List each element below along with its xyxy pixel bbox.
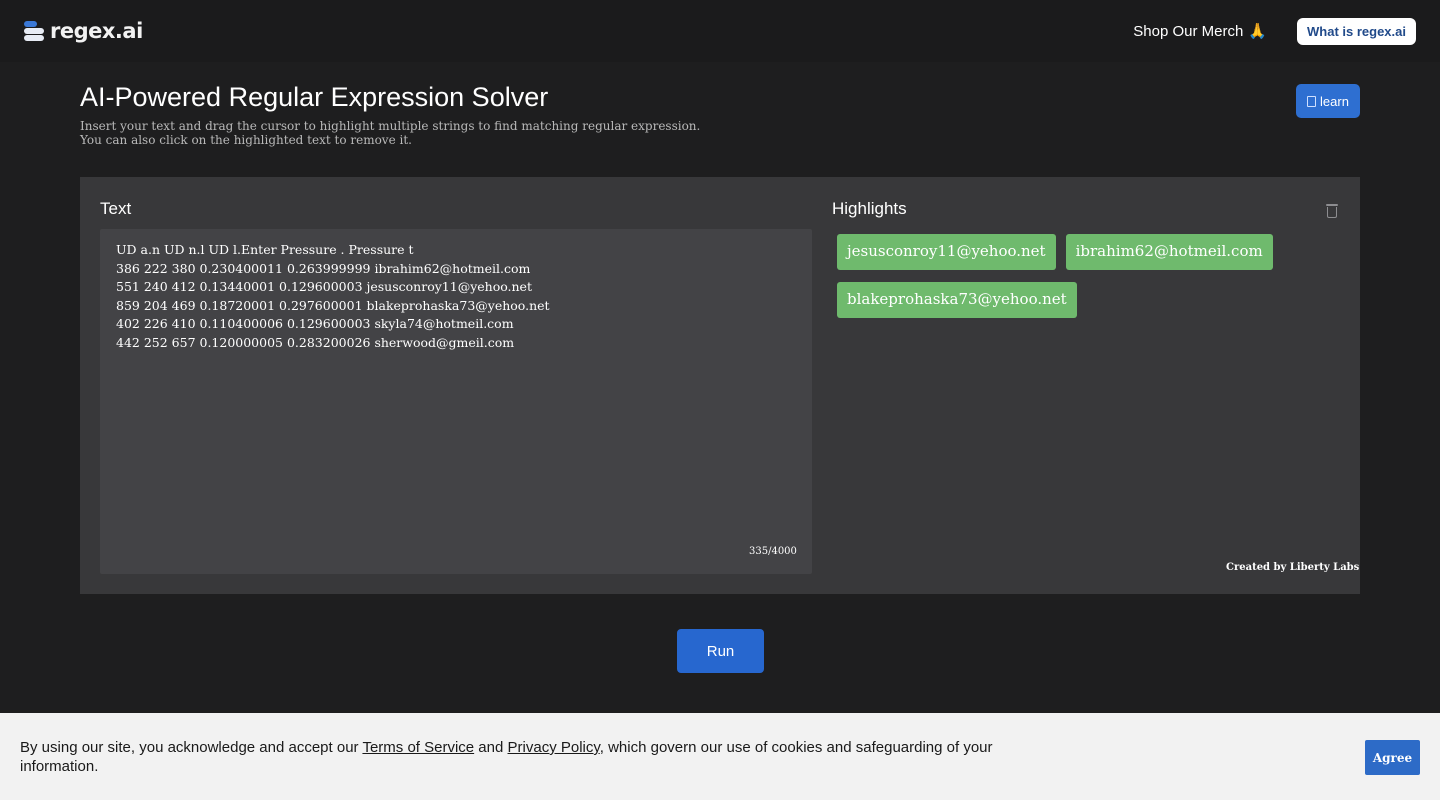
cookie-text-before: By using our site, you acknowledge and a…	[20, 739, 363, 756]
text-panel-label: Text	[100, 199, 132, 218]
privacy-policy-link[interactable]: Privacy Policy	[508, 739, 600, 756]
page-subtitle: Insert your text and drag the cursor to …	[80, 119, 780, 147]
cookie-text-and: and	[474, 739, 508, 756]
subtitle-line-1: Insert your text and drag the cursor to …	[80, 119, 701, 133]
logo-text: regex.ai	[50, 19, 143, 43]
logo[interactable]: regex.ai	[24, 19, 143, 43]
highlights-list: jesusconroy11@yehoo.net ibrahim62@hotmei…	[832, 229, 1342, 323]
trash-icon[interactable]	[1325, 203, 1339, 219]
cookie-banner: By using our site, you acknowledge and a…	[0, 713, 1440, 800]
cookie-message: By using our site, you acknowledge and a…	[20, 738, 1000, 776]
credit-text: Created by Liberty Labs	[1226, 562, 1360, 573]
book-icon	[1307, 95, 1317, 107]
shop-merch-label: Shop Our Merch	[1133, 22, 1244, 40]
shop-merch-link[interactable]: Shop Our Merch 🙏	[1133, 22, 1268, 41]
agree-button[interactable]: Agree	[1365, 740, 1420, 775]
run-button[interactable]: Run	[677, 629, 764, 673]
what-is-regex-button[interactable]: What is regex.ai	[1297, 17, 1416, 45]
highlight-chip[interactable]: jesusconroy11@yehoo.net	[837, 234, 1056, 270]
page-title: AI-Powered Regular Expression Solver	[80, 82, 549, 112]
praying-hands-icon: 🙏	[1248, 23, 1268, 40]
top-navbar: regex.ai Shop Our Merch 🙏 What is regex.…	[0, 0, 1440, 62]
editor-panel: Text Highlights UD a.n UD n.l UD l.Enter…	[80, 177, 1360, 594]
character-counter: 335/4000	[749, 546, 797, 557]
nav-actions: Shop Our Merch 🙏 What is regex.ai	[1133, 17, 1416, 45]
highlight-chip[interactable]: ibrahim62@hotmeil.com	[1065, 234, 1273, 270]
highlight-chip[interactable]: blakeprohaska73@yehoo.net	[837, 282, 1077, 318]
learn-button[interactable]: learn	[1296, 84, 1360, 118]
text-input-area[interactable]: UD a.n UD n.l UD l.Enter Pressure . Pres…	[100, 229, 812, 574]
learn-label: learn	[1320, 93, 1349, 109]
subtitle-line-2: You can also click on the highlighted te…	[80, 133, 412, 147]
logo-icon	[24, 20, 44, 42]
highlights-panel-label: Highlights	[832, 199, 907, 218]
terms-of-service-link[interactable]: Terms of Service	[362, 739, 474, 756]
